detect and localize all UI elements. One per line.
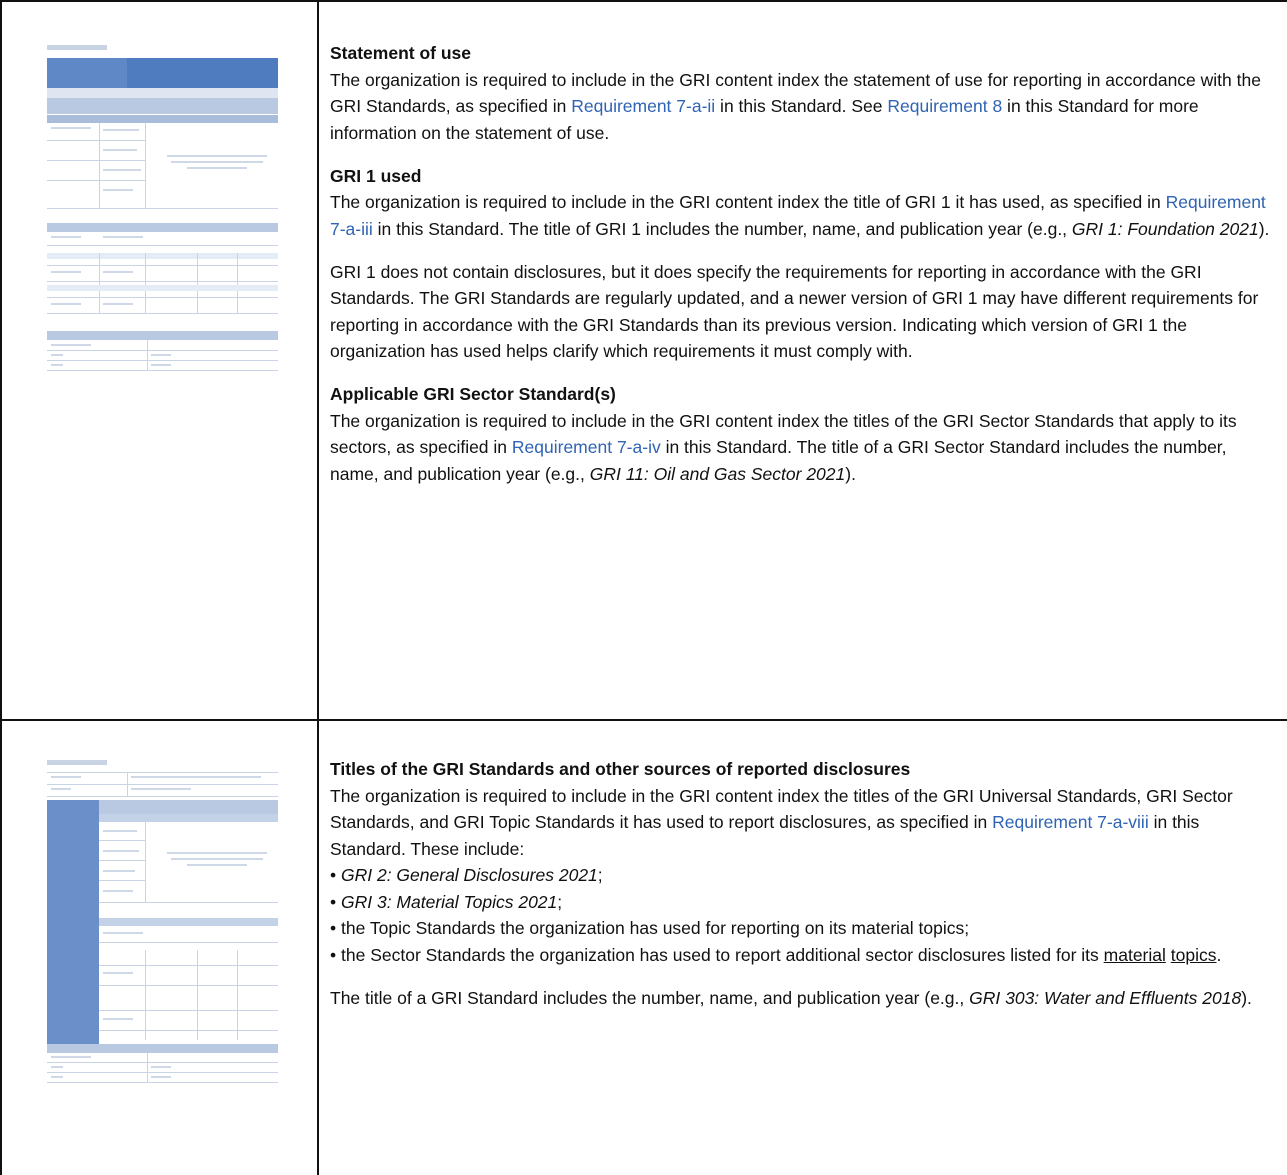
list-item: • GRI 3: Material Topics 2021; — [330, 891, 563, 912]
thumbnail-cell — [0, 0, 318, 720]
section-heading: GRI 1 used — [330, 165, 422, 186]
requirement-link[interactable]: Requirement 7-a-iv — [512, 437, 661, 457]
guidance-paragraph: The organization is required to include … — [330, 410, 1237, 484]
guidance-text-cell: Titles of the GRI Standards and other so… — [330, 756, 1271, 1011]
glossary-link-material[interactable]: material — [1104, 945, 1166, 965]
requirement-link[interactable]: Requirement 8 — [887, 96, 1002, 116]
table-row: Titles of the GRI Standards and other so… — [0, 720, 1287, 1175]
list-item: • the Topic Standards the organization h… — [330, 918, 970, 938]
requirement-link[interactable]: Requirement 7-a-viii — [992, 812, 1149, 832]
list-item: • the Sector Standards the organization … — [330, 944, 1222, 965]
section-heading: Statement of use — [330, 43, 471, 63]
guidance-paragraph: GRI 1 does not contain disclosures, but … — [330, 261, 1259, 362]
table-row: Statement of use The organization is req… — [0, 0, 1287, 720]
content-index-thumbnail — [47, 760, 278, 1086]
guidance-paragraph: The organization is required to include … — [330, 192, 1270, 239]
thumbnail-cell — [0, 720, 318, 1175]
section-heading: Applicable GRI Sector Standard(s) — [330, 384, 616, 404]
guidance-paragraph: The organization is required to include … — [330, 69, 1261, 143]
content-index-thumbnail — [47, 45, 278, 375]
guidance-table: Statement of use The organization is req… — [0, 0, 1287, 1175]
guidance-text-cell: Statement of use The organization is req… — [330, 40, 1271, 487]
requirement-link[interactable]: Requirement 7-a-ii — [571, 96, 715, 116]
guidance-paragraph: The organization is required to include … — [330, 785, 1233, 859]
section-heading: Titles of the GRI Standards and other so… — [330, 759, 911, 779]
guidance-paragraph: The title of a GRI Standard includes the… — [330, 987, 1252, 1008]
glossary-link-topics[interactable]: topics — [1171, 945, 1217, 965]
list-item: • GRI 2: General Disclosures 2021; — [330, 865, 603, 885]
